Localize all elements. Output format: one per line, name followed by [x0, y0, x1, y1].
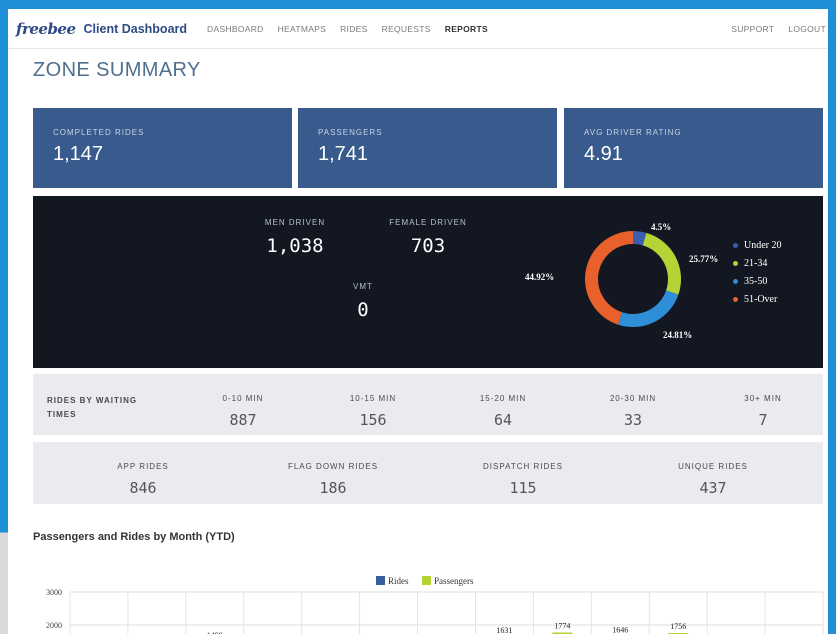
legend-label: 35-50: [744, 276, 768, 287]
waiting-value: 156: [359, 411, 387, 429]
donut-label: 4.5%: [651, 222, 671, 232]
bar-value-label: 1756: [670, 622, 686, 631]
nav-requests[interactable]: REQUESTS: [382, 24, 431, 34]
waiting-cell: 30+ MIN 7: [713, 394, 813, 429]
kpi-completed-rides: COMPLETED RIDES 1,147: [33, 108, 292, 188]
channel-cell: APP RIDES 846: [73, 462, 213, 497]
bar-value-label: 1774: [554, 621, 570, 630]
channel-value: 846: [129, 479, 157, 497]
bar-value-label: 1631: [496, 626, 512, 634]
vmt-label: VMT: [353, 282, 373, 291]
waiting-value: 64: [493, 411, 513, 429]
vmt-value: 0: [357, 299, 369, 321]
nav-support[interactable]: SUPPORT: [731, 24, 774, 34]
nav-right-links: SUPPORT LOGOUT: [717, 24, 826, 34]
legend-item[interactable]: Under 20: [733, 240, 782, 251]
channel-label: APP RIDES: [117, 462, 169, 471]
legend-label: 51-Over: [744, 294, 778, 305]
kpi-passengers: PASSENGERS 1,741: [298, 108, 557, 188]
female-driven-stat: FEMALE DRIVEN 703: [383, 218, 473, 257]
vmt-stat: VMT 0: [343, 282, 383, 321]
donut-label: 25.77%: [689, 254, 718, 264]
demographics-panel: MEN DRIVEN 1,038 FEMALE DRIVEN 703 VMT 0…: [33, 196, 823, 368]
legend-item[interactable]: 35-50: [733, 276, 782, 287]
age-legend: Under 20 21-34 35-50 51-Over: [733, 240, 782, 312]
channel-value: 437: [699, 479, 727, 497]
female-driven-value: 703: [410, 235, 446, 257]
channel-cell: FLAG DOWN RIDES 186: [263, 462, 403, 497]
nav-rides[interactable]: RIDES: [340, 24, 367, 34]
kpi-value: 1,147: [53, 143, 104, 165]
nav-dashboard[interactable]: DASHBOARD: [207, 24, 264, 34]
kpi-value: 1,741: [318, 143, 369, 165]
brand[interactable]: freebee Client Dashboard: [16, 20, 187, 38]
men-driven-label: MEN DRIVEN: [264, 218, 326, 227]
channel-label: UNIQUE RIDES: [678, 462, 748, 471]
freebee-logo[interactable]: freebee: [16, 20, 76, 38]
waiting-cell: 0-10 MIN 887: [193, 394, 293, 429]
ride-channels-row: APP RIDES 846 FLAG DOWN RIDES 186 DISPATCH R…: [33, 442, 823, 504]
channel-cell: DISPATCH RIDES 115: [453, 462, 593, 497]
kpi-label: COMPLETED RIDES: [53, 128, 145, 137]
y-tick-label: 3000: [46, 588, 62, 597]
waiting-times-row: RIDES BY WAITING TIMES 0-10 MIN 887 10-15 …: [33, 374, 823, 435]
channel-value: 115: [509, 479, 537, 497]
waiting-label: 15-20 MIN: [479, 394, 527, 403]
legend-dot-icon: [733, 279, 738, 284]
channel-label: DISPATCH RIDES: [483, 462, 563, 471]
waiting-value: 7: [758, 411, 768, 429]
donut-slice-51-over[interactable]: [585, 231, 633, 325]
donut-slice-21-34[interactable]: [642, 232, 681, 295]
bar-legend-icon: [422, 576, 431, 585]
waiting-label: 0-10 MIN: [222, 394, 264, 403]
female-driven-label: FEMALE DRIVEN: [389, 218, 467, 227]
waiting-value: 887: [229, 411, 257, 429]
waiting-label: 30+ MIN: [744, 394, 782, 403]
dashboard-window: freebee Client Dashboard DASHBOARD HEATMA…: [8, 9, 828, 634]
bar-legend-icon: [376, 576, 385, 585]
bar-legend-label[interactable]: Passengers: [434, 576, 474, 586]
nav-links: DASHBOARD HEATMAPS RIDES REQUESTS REPORTS: [207, 24, 502, 34]
page-title: ZONE SUMMARY: [33, 59, 201, 81]
men-driven-stat: MEN DRIVEN 1,038: [255, 218, 335, 257]
app-title: Client Dashboard: [83, 21, 188, 36]
kpi-label: AVG DRIVER RATING: [584, 128, 682, 137]
channel-value: 186: [319, 479, 347, 497]
channel-cell: UNIQUE RIDES 437: [643, 462, 783, 497]
legend-item[interactable]: 21-34: [733, 258, 782, 269]
legend-dot-icon: [733, 297, 738, 302]
legend-dot-icon: [733, 261, 738, 266]
waiting-label: 20-30 MIN: [609, 394, 657, 403]
waiting-cell: 15-20 MIN 64: [453, 394, 553, 429]
chart-title: Passengers and Rides by Month (YTD): [33, 531, 235, 543]
legend-item[interactable]: 51-Over: [733, 294, 782, 305]
waiting-cell: 20-30 MIN 33: [583, 394, 683, 429]
monthly-bar-chart: RidesPassengers3000200014881360142713541…: [46, 576, 824, 634]
waiting-label: 10-15 MIN: [349, 394, 397, 403]
kpi-avg-driver-rating: AVG DRIVER RATING 4.91: [564, 108, 823, 188]
browser-edge: [0, 0, 8, 634]
donut-label: 24.81%: [663, 330, 692, 340]
legend-dot-icon: [733, 243, 738, 248]
y-tick-label: 2000: [46, 621, 62, 630]
legend-label: 21-34: [744, 258, 768, 269]
legend-label: Under 20: [744, 240, 782, 251]
donut-label: 44.92%: [525, 272, 554, 282]
kpi-label: PASSENGERS: [318, 128, 383, 137]
nav-heatmaps[interactable]: HEATMAPS: [278, 24, 327, 34]
top-navigation: freebee Client Dashboard DASHBOARD HEATMA…: [8, 9, 828, 49]
donut-slice-35-50[interactable]: [617, 290, 679, 327]
age-donut-chart: 4.5% 25.77% 24.81% 44.92%: [525, 222, 718, 340]
men-driven-value: 1,038: [266, 235, 324, 257]
nav-logout[interactable]: LOGOUT: [788, 24, 826, 34]
bar-legend-label[interactable]: Rides: [388, 576, 409, 586]
channel-label: FLAG DOWN RIDES: [287, 462, 379, 471]
nav-reports[interactable]: REPORTS: [445, 24, 488, 34]
waiting-times-title: RIDES BY WAITING TIMES: [47, 396, 138, 419]
bar-value-label: 1646: [612, 626, 628, 634]
kpi-value: 4.91: [584, 143, 623, 165]
waiting-value: 33: [623, 411, 643, 429]
waiting-cell: 10-15 MIN 156: [323, 394, 423, 429]
